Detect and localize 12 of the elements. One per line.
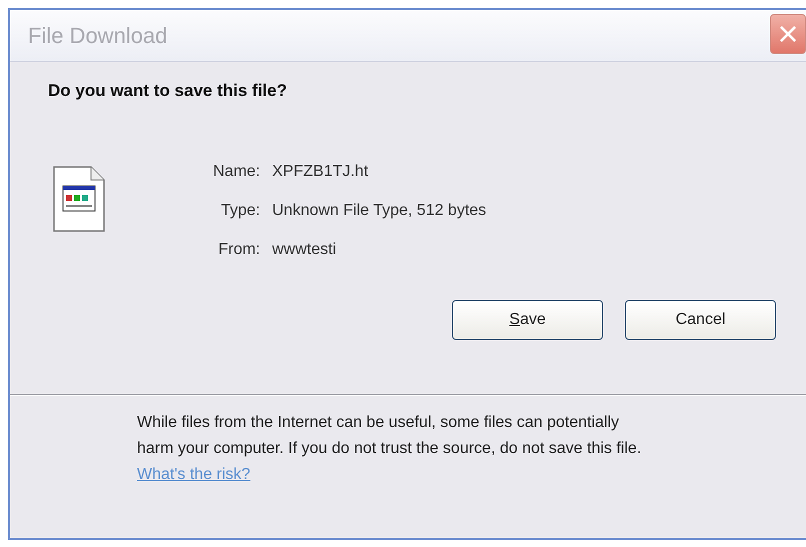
dialog-button[interactable]: Save xyxy=(452,300,603,340)
dialog-heading: Do you want to save this file? xyxy=(48,80,288,102)
field-value: wwwtesti xyxy=(272,240,338,260)
file-icon xyxy=(53,166,105,232)
field-label: Name: xyxy=(213,162,260,182)
window-title: File Download xyxy=(28,22,168,50)
warning-text: While files from the Internet can be useful, some files can potentially harm your computer. If you do not trust the source, do not save this file. What's the risk? xyxy=(137,412,642,484)
dialog-button[interactable]: Cancel xyxy=(625,300,776,340)
field-value: Unknown File Type, 512 bytes xyxy=(272,200,486,220)
field-value: XPFZB1TJ.ht xyxy=(272,162,370,182)
field-label: Type: xyxy=(220,200,260,220)
field-label: From: xyxy=(217,240,260,260)
